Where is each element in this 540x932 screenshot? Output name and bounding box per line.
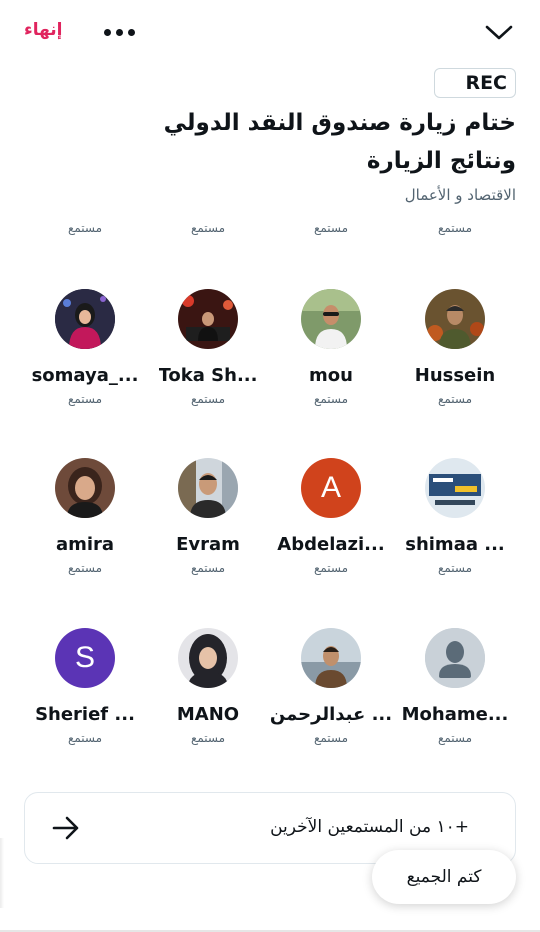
listener-card[interactable]: S Sherief ... مستمع bbox=[23, 628, 147, 745]
more-dot bbox=[116, 28, 123, 36]
rec-badge: REC bbox=[434, 68, 516, 98]
avatar bbox=[55, 289, 115, 349]
listener-card[interactable]: A Abdelazi... مستمع bbox=[269, 458, 393, 575]
avatar bbox=[425, 289, 485, 349]
listener-name: Sherief ... bbox=[35, 704, 135, 725]
listener-role: مستمع bbox=[67, 561, 103, 575]
listener-name: عبدالرحمن ... bbox=[269, 704, 393, 725]
partial-row: مستمع مستمع مستمع مستمع bbox=[0, 226, 540, 238]
avatar-letter: A bbox=[320, 471, 341, 504]
avatar: A bbox=[301, 458, 361, 518]
listener-card[interactable]: somaya_... مستمع bbox=[23, 289, 147, 406]
space-title: ختام زيارة صندوق النقد الدولي ونتائج الز… bbox=[163, 110, 516, 174]
more-dot bbox=[128, 28, 135, 36]
listener-card[interactable]: amira مستمع bbox=[23, 458, 147, 575]
listener-role: مستمع bbox=[313, 561, 349, 575]
listener-role: مستمع bbox=[67, 731, 103, 745]
arrow-right-icon bbox=[51, 815, 81, 841]
listener-name: Hussein bbox=[414, 365, 496, 386]
avatar bbox=[301, 628, 361, 688]
listener-role: مستمع bbox=[437, 561, 473, 575]
listener-name: Mohame... bbox=[401, 704, 509, 725]
listener-card[interactable]: Evram مستمع bbox=[146, 458, 270, 575]
listener-name: shimaa ... bbox=[405, 534, 505, 555]
top-bar: إنهاء bbox=[0, 0, 540, 64]
listener-name: Abdelazi... bbox=[277, 534, 385, 555]
listener-card[interactable]: Hussein مستمع bbox=[393, 289, 517, 406]
avatar: S bbox=[55, 628, 115, 688]
listener-name: somaya_... bbox=[31, 365, 139, 386]
more-options-button[interactable] bbox=[104, 20, 140, 44]
listener-card[interactable]: MANO مستمع bbox=[146, 628, 270, 745]
space-topic: الاقتصاد و الأعمال bbox=[404, 186, 516, 204]
avatar bbox=[178, 628, 238, 688]
listener-role: مستمع bbox=[313, 226, 349, 235]
avatar bbox=[178, 458, 238, 518]
avatar-letter: S bbox=[74, 641, 95, 674]
listener-card[interactable]: mou مستمع bbox=[269, 289, 393, 406]
edge-shadow bbox=[0, 838, 4, 908]
listener-card[interactable]: Mohame... مستمع bbox=[393, 628, 517, 745]
listener-role: مستمع bbox=[190, 392, 226, 406]
avatar bbox=[301, 289, 361, 349]
mute-all-button[interactable]: كتم الجميع bbox=[372, 850, 516, 904]
end-space-button[interactable]: إنهاء bbox=[24, 20, 63, 40]
avatar bbox=[55, 458, 115, 518]
listener-role: مستمع bbox=[437, 226, 473, 235]
listener-role: مستمع bbox=[313, 392, 349, 406]
listener-name: MANO bbox=[176, 704, 240, 725]
listener-card[interactable]: Toka Sh... مستمع bbox=[146, 289, 270, 406]
listener-role: مستمع bbox=[190, 561, 226, 575]
more-dot bbox=[104, 28, 111, 36]
listener-name: amira bbox=[55, 534, 115, 555]
chevron-down-icon[interactable] bbox=[484, 20, 514, 44]
listener-role: مستمع bbox=[67, 392, 103, 406]
avatar bbox=[425, 458, 485, 518]
avatar bbox=[178, 289, 238, 349]
listener-role: مستمع bbox=[437, 392, 473, 406]
listener-role: مستمع bbox=[190, 731, 226, 745]
listener-role: مستمع bbox=[67, 226, 103, 235]
listener-name: Toka Sh... bbox=[158, 365, 258, 386]
listener-card[interactable]: عبدالرحمن ... مستمع bbox=[269, 628, 393, 745]
more-listeners-label: +١٠ من المستمعين الآخرين bbox=[270, 817, 469, 837]
listener-name: Evram bbox=[176, 534, 240, 555]
listener-role: مستمع bbox=[190, 226, 226, 235]
default-avatar-icon bbox=[425, 628, 485, 688]
listener-name: mou bbox=[309, 365, 353, 386]
listener-card[interactable]: shimaa ... مستمع bbox=[393, 458, 517, 575]
listener-role: مستمع bbox=[437, 731, 473, 745]
listener-role: مستمع bbox=[313, 731, 349, 745]
